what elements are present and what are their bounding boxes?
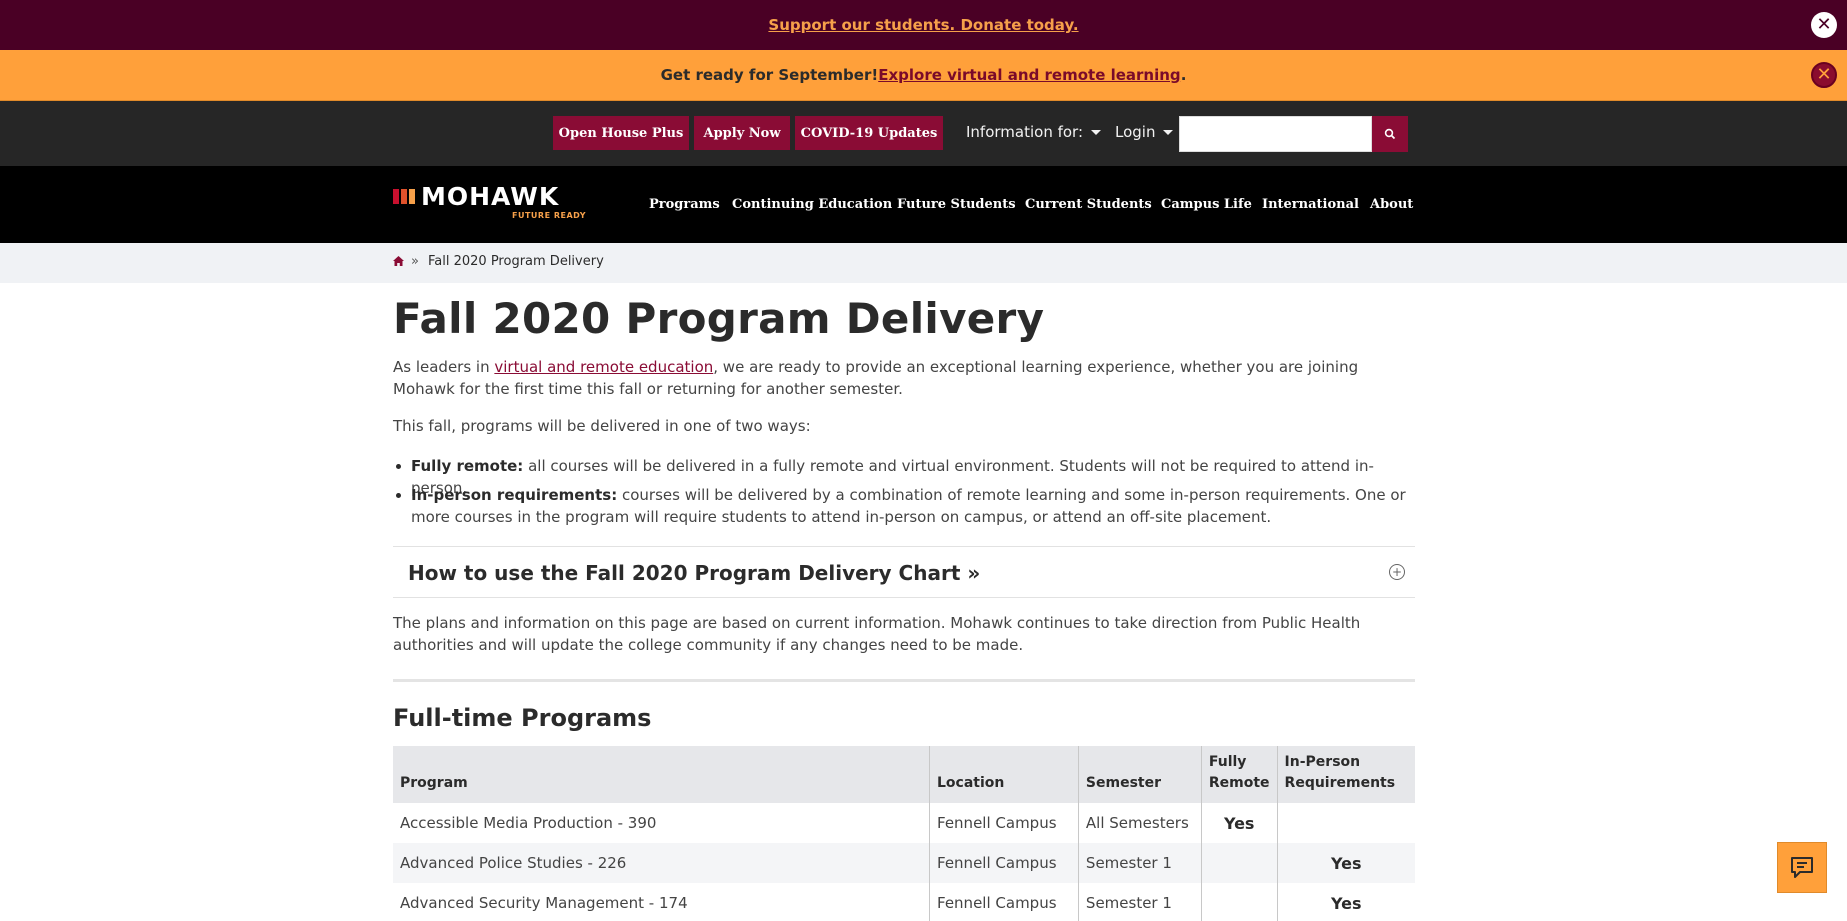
cell-fully-remote <box>1201 883 1278 921</box>
accordion-title: How to use the Fall 2020 Program Deliver… <box>408 561 981 585</box>
cell-semester: Semester 1 <box>1078 883 1202 921</box>
cell-location: Fennell Campus <box>929 803 1079 843</box>
disclaimer-paragraph: The plans and information on this page a… <box>393 614 1361 654</box>
intro-paragraph: As leaders in virtual and remote educati… <box>393 356 1415 400</box>
close-icon[interactable]: ✕ <box>1811 12 1837 38</box>
table-row: Accessible Media Production - 390 Fennel… <box>393 803 1415 843</box>
information-for-label: Information for: <box>966 123 1084 141</box>
september-alert-bar: Get ready for September! Explore virtual… <box>0 50 1847 101</box>
column-header-location: Location <box>929 746 1079 803</box>
covid-updates-button[interactable]: COVID-19 Updates <box>795 116 943 150</box>
donate-alert-bar: Support our students. Donate today. ✕ <box>0 0 1847 50</box>
information-for-dropdown[interactable]: Information for: <box>966 123 1102 141</box>
mohawk-logo[interactable]: MOHAWK <box>393 182 560 211</box>
september-alert-text: Get ready for September! <box>660 66 879 84</box>
cell-semester: Semester 1 <box>1078 843 1202 883</box>
chat-feedback-button[interactable] <box>1777 842 1827 893</box>
logo-bar <box>409 189 415 204</box>
cell-semester: All Semesters <box>1078 803 1202 843</box>
breadcrumb <box>0 243 1847 283</box>
nav-programs[interactable]: Programs <box>649 197 720 212</box>
delivery-chart-accordion[interactable]: How to use the Fall 2020 Program Deliver… <box>393 546 1415 598</box>
login-label: Login <box>1115 123 1156 141</box>
intro-text-before: As leaders in <box>393 358 495 376</box>
list-item: In-person requirements: courses will be … <box>396 484 1415 528</box>
table-header-row: Program Location Semester Fully Remote I… <box>393 746 1415 803</box>
search-icon <box>1384 128 1396 140</box>
home-icon[interactable] <box>393 256 404 266</box>
bullet-term: In-person requirements: <box>411 486 618 504</box>
explore-learning-link[interactable]: Explore virtual and remote learning <box>878 66 1180 84</box>
close-icon[interactable]: ✕ <box>1811 62 1837 88</box>
open-house-plus-button[interactable]: Open House Plus <box>553 116 689 150</box>
column-header-in-person: In-Person Requirements <box>1277 746 1415 803</box>
cell-in-person: Yes <box>1277 843 1415 883</box>
column-header-fully-remote: Fully Remote <box>1201 746 1278 803</box>
virtual-remote-education-link[interactable]: virtual and remote education <box>494 358 713 376</box>
cell-in-person <box>1277 803 1415 843</box>
breadcrumb-separator: » <box>411 254 419 269</box>
table-row: Advanced Security Management - 174 Fenne… <box>393 883 1415 921</box>
search-input[interactable] <box>1179 116 1372 152</box>
nav-future-students[interactable]: Future Students <box>897 197 1016 212</box>
page-title: Fall 2020 Program Delivery <box>393 294 1045 343</box>
section-divider <box>393 679 1415 682</box>
bullet-term: Fully remote: <box>411 457 524 475</box>
column-header-program: Program <box>393 746 931 803</box>
cell-program: Accessible Media Production - 390 <box>393 803 931 843</box>
table-row: Advanced Police Studies - 226 Fennell Ca… <box>393 843 1415 883</box>
cell-location: Fennell Campus <box>929 843 1079 883</box>
september-alert-period: . <box>1180 66 1187 84</box>
logo-tagline: FUTURE READY <box>512 211 586 220</box>
nav-continuing-education[interactable]: Continuing Education <box>732 197 892 212</box>
nav-international[interactable]: International <box>1262 197 1359 212</box>
nav-about[interactable]: About <box>1370 197 1413 212</box>
expand-icon[interactable]: + <box>1389 564 1405 580</box>
search-button[interactable] <box>1372 116 1408 152</box>
logo-bars-icon <box>393 189 415 204</box>
cell-fully-remote <box>1201 843 1278 883</box>
nav-campus-life[interactable]: Campus Life <box>1161 197 1252 212</box>
programs-table: Program Location Semester Fully Remote I… <box>393 746 1415 921</box>
column-header-semester: Semester <box>1078 746 1202 803</box>
section-title: Full-time Programs <box>393 704 652 732</box>
breadcrumb-current: Fall 2020 Program Delivery <box>428 254 604 269</box>
logo-bar <box>401 189 407 204</box>
donate-link[interactable]: Support our students. Donate today. <box>768 16 1078 34</box>
logo-wordmark: MOHAWK <box>421 182 560 211</box>
cell-program: Advanced Police Studies - 226 <box>393 843 931 883</box>
caret-down-icon <box>1163 129 1174 135</box>
chat-icon <box>1791 856 1813 878</box>
cell-program: Advanced Security Management - 174 <box>393 883 931 921</box>
utility-nav: Open House Plus Apply Now COVID-19 Updat… <box>0 101 1847 166</box>
login-dropdown[interactable]: Login <box>1115 123 1174 141</box>
cell-location: Fennell Campus <box>929 883 1079 921</box>
delivery-ways-intro: This fall, programs will be delivered in… <box>393 417 811 435</box>
cell-fully-remote: Yes <box>1201 803 1278 843</box>
apply-now-button[interactable]: Apply Now <box>694 116 790 150</box>
logo-bar <box>393 189 399 204</box>
caret-down-icon <box>1091 129 1102 135</box>
cell-in-person: Yes <box>1331 893 1362 913</box>
nav-current-students[interactable]: Current Students <box>1025 197 1152 212</box>
